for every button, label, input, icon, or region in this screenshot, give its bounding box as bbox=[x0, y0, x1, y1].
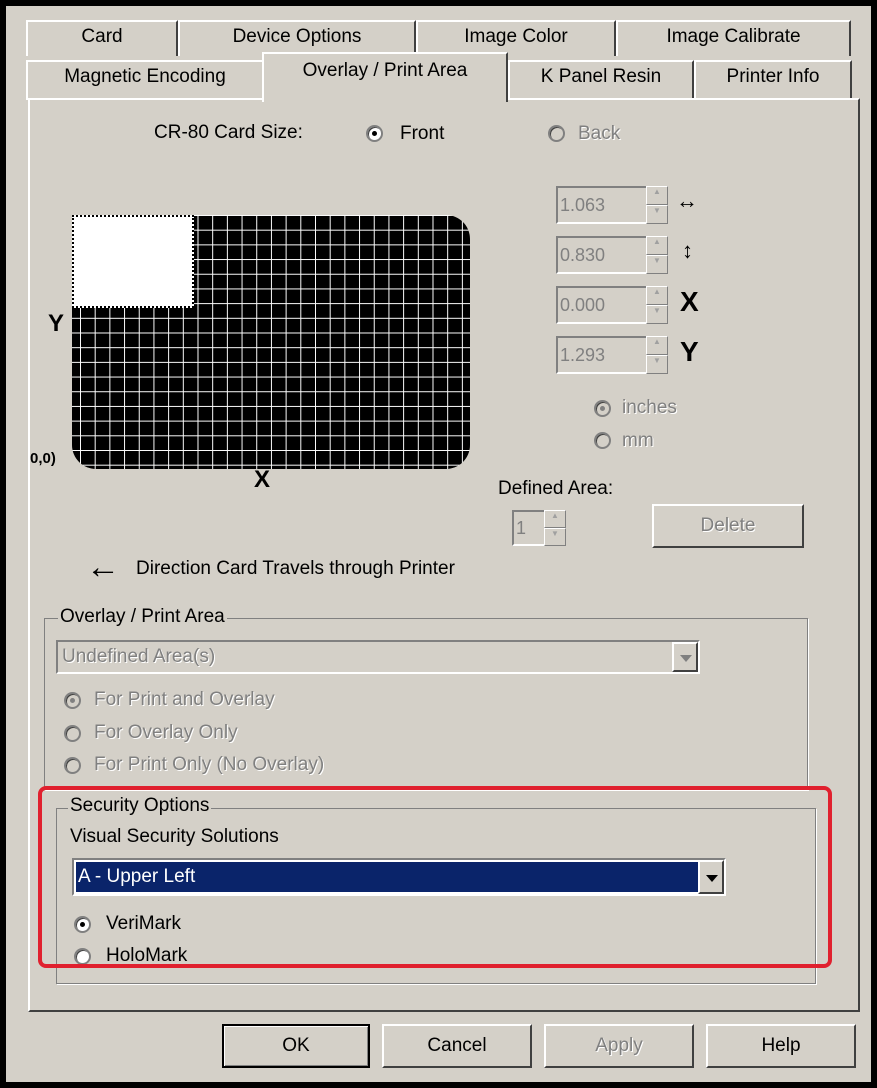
printer-properties-dialog: Card Device Options Image Color Image Ca… bbox=[6, 6, 871, 1082]
ok-button[interactable]: OK bbox=[222, 1024, 370, 1068]
mm-radio-label[interactable]: mm bbox=[622, 430, 654, 452]
height-spinner[interactable]: ▲ ▼ bbox=[646, 236, 668, 274]
tab-image-color[interactable]: Image Color bbox=[416, 20, 616, 56]
width-spinner[interactable]: ▲ ▼ bbox=[646, 186, 668, 224]
back-radio-label[interactable]: Back bbox=[578, 123, 620, 145]
y-axis-label: Y bbox=[48, 310, 65, 337]
back-radio[interactable] bbox=[548, 125, 565, 142]
inches-radio-label[interactable]: inches bbox=[622, 397, 677, 419]
front-radio-label[interactable]: Front bbox=[400, 123, 444, 145]
radio-selected-dot bbox=[372, 131, 377, 136]
card-size-label: CR-80 Card Size: bbox=[154, 122, 303, 143]
defined-area-label: Defined Area: bbox=[498, 478, 614, 499]
tab-device-options[interactable]: Device Options bbox=[178, 20, 416, 56]
delete-button[interactable]: Delete bbox=[652, 504, 804, 548]
origin-label: 0,0) bbox=[30, 450, 56, 467]
chevron-down-icon bbox=[680, 655, 692, 662]
x-offset-field[interactable]: 0.000 bbox=[556, 286, 648, 324]
front-radio[interactable] bbox=[366, 125, 383, 142]
y-offset-label: Y bbox=[680, 336, 699, 367]
y-offset-spinner[interactable]: ▲ ▼ bbox=[646, 336, 668, 374]
inches-radio[interactable] bbox=[594, 400, 611, 417]
print-only-radio[interactable] bbox=[64, 757, 81, 774]
x-axis-label: X bbox=[254, 466, 271, 493]
radio-selected-dot bbox=[600, 406, 605, 411]
mm-radio[interactable] bbox=[594, 432, 611, 449]
x-offset-label: X bbox=[680, 286, 699, 317]
overlay-area-select-value: Undefined Area(s) bbox=[62, 646, 216, 667]
direction-text: Direction Card Travels through Printer bbox=[136, 558, 455, 579]
security-options-highlight bbox=[38, 786, 832, 968]
print-and-overlay-label[interactable]: For Print and Overlay bbox=[94, 689, 275, 711]
overlay-area-select[interactable]: Undefined Area(s) bbox=[56, 640, 700, 674]
tab-overlay-print-area[interactable]: Overlay / Print Area bbox=[262, 52, 508, 102]
overlay-only-label[interactable]: For Overlay Only bbox=[94, 722, 238, 744]
width-field[interactable]: 1.063 bbox=[556, 186, 648, 224]
tab-magnetic-encoding[interactable]: Magnetic Encoding bbox=[26, 60, 264, 100]
overlay-area-dropdown-button[interactable] bbox=[672, 642, 698, 672]
apply-button[interactable]: Apply bbox=[544, 1024, 694, 1068]
print-and-overlay-radio[interactable] bbox=[64, 692, 81, 709]
left-arrow-icon: ← bbox=[86, 548, 120, 586]
tab-image-calibrate[interactable]: Image Calibrate bbox=[616, 20, 851, 56]
help-button[interactable]: Help bbox=[706, 1024, 856, 1068]
height-field[interactable]: 0.830 bbox=[556, 236, 648, 274]
tab-card[interactable]: Card bbox=[26, 20, 178, 56]
overlay-group-legend: Overlay / Print Area bbox=[58, 606, 227, 628]
tab-printer-info[interactable]: Printer Info bbox=[694, 60, 852, 100]
print-only-label[interactable]: For Print Only (No Overlay) bbox=[94, 754, 324, 776]
height-icon: ↕ bbox=[682, 238, 693, 263]
overlay-only-radio[interactable] bbox=[64, 725, 81, 742]
defined-area-rect[interactable] bbox=[72, 215, 194, 308]
defined-area-spinner[interactable]: ▲ ▼ bbox=[544, 510, 566, 546]
y-offset-field[interactable]: 1.293 bbox=[556, 336, 648, 374]
tab-k-panel-resin[interactable]: K Panel Resin bbox=[508, 60, 694, 100]
x-offset-spinner[interactable]: ▲ ▼ bbox=[646, 286, 668, 324]
radio-selected-dot bbox=[70, 698, 75, 703]
defined-area-field[interactable]: 1 bbox=[512, 510, 546, 546]
cancel-button[interactable]: Cancel bbox=[382, 1024, 532, 1068]
width-icon: ↔ bbox=[676, 188, 698, 213]
